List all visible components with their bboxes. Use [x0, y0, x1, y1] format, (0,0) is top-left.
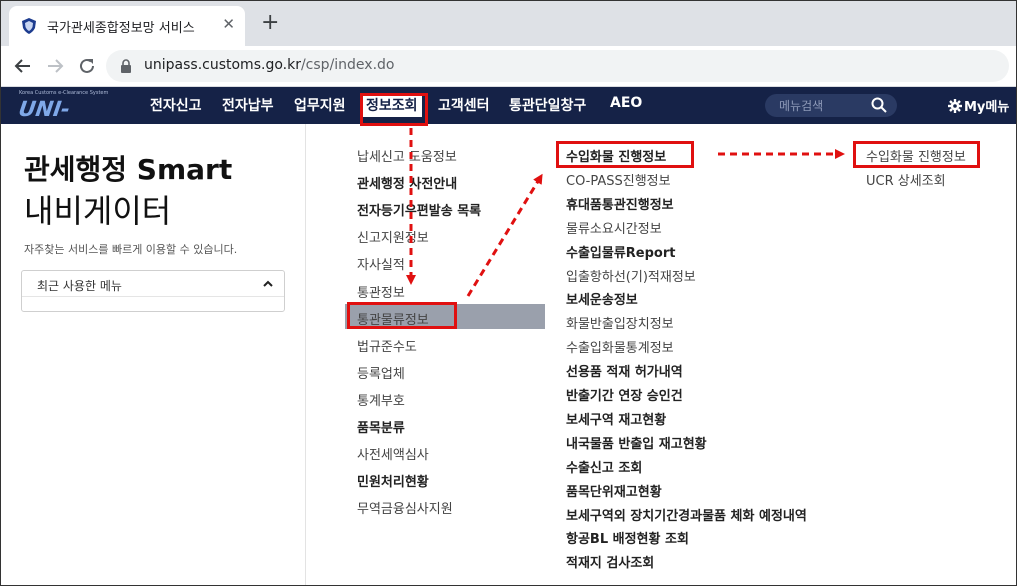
url-path: /csp/index.do	[300, 57, 395, 73]
tab-title: 국가관세종합정보망 서비스	[47, 21, 195, 36]
navigator-panel: 관세행정 Smart 내비게이터 자주찾는 서비스를 빠르게 이용할 수 있습니…	[0, 124, 306, 586]
customs-shield-icon	[22, 18, 36, 34]
browser-tabstrip: 국가관세종합정보망 서비스 ✕ +	[0, 0, 1017, 46]
menu-col2-item[interactable]: 내국물품 반출입 재고현황	[566, 433, 707, 452]
menu-col1-item[interactable]: 전자등기우편발송 목록	[357, 200, 481, 219]
menu-col2-item[interactable]: 보세구역 재고현황	[566, 409, 666, 428]
unipass-logo[interactable]: Korea Customs e-Clearance System UNI-PAS…	[14, 89, 119, 145]
menu-col1-item[interactable]: 자사실적	[357, 254, 405, 273]
menu-col2-item[interactable]: 화물반출입장치정보	[566, 313, 674, 332]
menu-col2-item[interactable]: 수출입화물통계정보	[566, 337, 674, 356]
site-header: Korea Customs e-Clearance System UNI-PAS…	[0, 87, 1017, 145]
nav-aeo[interactable]: AEO	[610, 95, 642, 111]
gear-icon	[948, 99, 962, 113]
nav-e-declaration[interactable]: 전자신고	[150, 95, 202, 115]
menu-col2-item[interactable]: 보세운송정보	[566, 289, 638, 308]
recent-menu-label: 최근 사용한 메뉴	[37, 279, 122, 293]
menu-col2-item[interactable]: 보세구역외 장치기간경과물품 체화 예정내역	[566, 505, 807, 524]
menu-col1-item[interactable]: 통관물류정보	[357, 309, 429, 328]
menu-col1-item[interactable]: 통관정보	[357, 282, 405, 301]
menu-col2-item[interactable]: 선용품 적재 허가내역	[566, 361, 683, 380]
menu-col1-item[interactable]: 통계부호	[357, 390, 405, 409]
navigator-title: 관세행정 Smart	[24, 153, 233, 186]
address-bar[interactable]: unipass.customs.go.kr/csp/index.do	[106, 50, 1009, 82]
browser-tab[interactable]: 국가관세종합정보망 서비스 ✕	[9, 6, 245, 46]
menu-col2-item[interactable]: 품목단위재고현황	[566, 481, 662, 500]
nav-customer-center[interactable]: 고객센터	[438, 95, 490, 115]
menu-col2-item[interactable]: 반출기간 연장 승인건	[566, 385, 683, 404]
menu-col1-item[interactable]: 관세행정 사전안내	[357, 173, 457, 192]
menu-col2-item[interactable]: 적재지 검사조회	[566, 552, 654, 571]
menu-col1-item[interactable]: 품목분류	[357, 417, 405, 436]
close-tab-icon[interactable]: ✕	[222, 15, 235, 33]
arrow-diagonal	[466, 173, 543, 297]
my-menu-button[interactable]: My메뉴	[948, 96, 1009, 115]
chevron-up-icon[interactable]	[262, 278, 274, 290]
nav-single-window[interactable]: 통관단일창구	[509, 95, 586, 115]
menu-col2-item[interactable]: 수출입물류Report	[566, 242, 676, 261]
recent-menu-dropdown[interactable]: 최근 사용한 메뉴	[21, 270, 285, 312]
lock-icon	[121, 59, 131, 73]
search-placeholder: 메뉴검색	[779, 99, 824, 113]
url-text: unipass.customs.go.kr/csp/index.do	[144, 57, 394, 73]
menu-col1-item[interactable]: 민원처리현황	[357, 471, 429, 490]
menu-col3-item[interactable]: UCR 상세조회	[866, 170, 946, 189]
divider	[22, 296, 284, 297]
navigator-subtitle: 내비게이터	[24, 192, 172, 230]
menu-col2-item[interactable]: 항공BL 배정현황 조회	[566, 528, 689, 547]
menu-search-input[interactable]: 메뉴검색	[765, 94, 897, 117]
nav-e-payment[interactable]: 전자납부	[222, 95, 274, 115]
my-menu-label: My메뉴	[964, 100, 1010, 115]
menu-col2-item[interactable]: 수입화물 진행정보	[566, 146, 666, 165]
search-icon[interactable]	[871, 97, 887, 113]
menu-col3-item[interactable]: 수입화물 진행정보	[866, 146, 966, 165]
menu-col2-item[interactable]: 입출항하선(기)적재정보	[566, 266, 696, 285]
logo-tagline: Korea Customs e-Clearance System	[19, 90, 109, 96]
menu-col2-item[interactable]: 휴대품통관진행정보	[566, 194, 674, 213]
menu-col2-item[interactable]: 수출신고 조회	[566, 457, 642, 476]
menu-col1-item[interactable]: 법규준수도	[357, 336, 417, 355]
menu-col1-item[interactable]: 무역금융심사지원	[357, 498, 453, 517]
menu-col1-item[interactable]: 사전세액심사	[357, 444, 429, 463]
menu-col2-item[interactable]: 물류소요시간정보	[566, 218, 662, 237]
nav-info-inquiry[interactable]: 정보조회	[362, 93, 422, 117]
navigator-description: 자주찾는 서비스를 빠르게 이용할 수 있습니다.	[24, 243, 238, 256]
nav-business-support[interactable]: 업무지원	[294, 95, 346, 115]
reload-icon[interactable]	[75, 54, 99, 78]
new-tab-icon[interactable]: +	[261, 12, 279, 34]
forward-arrow-icon[interactable]	[43, 54, 67, 78]
menu-col1-item[interactable]: 납세신고 도움정보	[357, 146, 457, 165]
url-host: unipass.customs.go.kr	[144, 57, 301, 73]
menu-col2-item[interactable]: CO-PASS진행정보	[566, 170, 671, 189]
back-arrow-icon[interactable]	[11, 54, 35, 78]
menu-col1-item[interactable]: 신고지원정보	[357, 227, 429, 246]
menu-col1-item[interactable]: 등록업체	[357, 363, 405, 382]
browser-toolbar: unipass.customs.go.kr/csp/index.do	[0, 46, 1017, 87]
